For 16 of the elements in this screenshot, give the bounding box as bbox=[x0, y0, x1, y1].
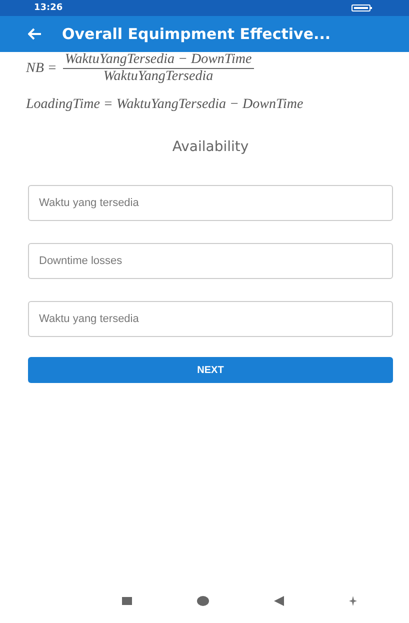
back-arrow-icon[interactable] bbox=[28, 28, 42, 40]
formula-label: NB = bbox=[26, 60, 57, 76]
status-time: 13:26 bbox=[34, 3, 63, 13]
circle-icon[interactable] bbox=[197, 596, 210, 606]
square-icon[interactable] bbox=[122, 597, 132, 605]
section-title: Availability bbox=[171, 139, 250, 155]
next-button[interactable]: NEXT bbox=[28, 357, 393, 383]
input-field[interactable]: Waktu yang tersedia bbox=[28, 301, 393, 337]
input-field[interactable]: Waktu yang tersedia bbox=[28, 185, 393, 221]
battery-icon bbox=[351, 4, 373, 12]
app-title: Overall Equimpment Effective... bbox=[62, 25, 331, 43]
numerator: WaktuYangTersedia − DownTime bbox=[62, 52, 254, 69]
formula: LoadingTime = WaktuYangTersedia − DownTime bbox=[26, 97, 304, 113]
input-field[interactable]: Downtime losses bbox=[28, 243, 393, 279]
denominator: WaktuYangTersedia bbox=[103, 69, 214, 85]
back-triangle-icon[interactable] bbox=[274, 596, 284, 606]
